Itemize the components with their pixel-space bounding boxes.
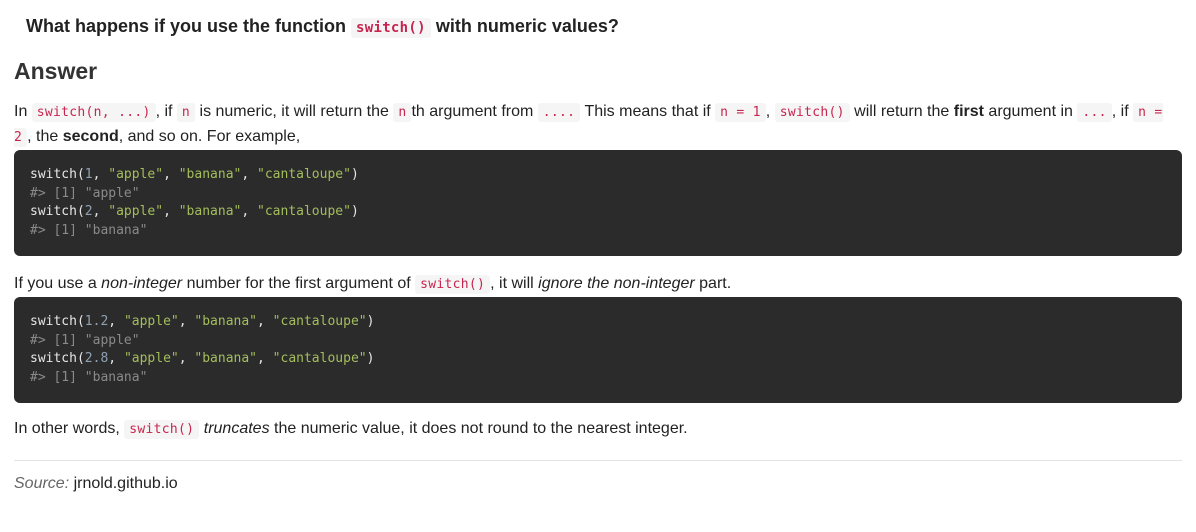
text: , it will [490,275,539,292]
code-string: "banana" [194,351,258,366]
paragraph-non-integer: If you use a non-integer number for the … [14,272,1182,297]
inline-code: switch() [415,275,491,294]
code-block[interactable]: switch(1, "apple", "banana", "cantaloupe… [14,150,1182,256]
text: is numeric, it will return the [195,103,394,120]
question-title: What happens if you use the function swi… [14,0,1182,40]
code-string: "banana" [178,167,242,182]
code-line: switch(2, "apple", "banana", "cantaloupe… [30,204,359,219]
text: part. [694,275,732,292]
text: In [14,103,32,120]
inline-code: n = 1 [715,103,766,122]
answer-heading: Answer [14,58,98,84]
text: If you use a [14,275,102,292]
inline-code: n [176,103,196,122]
inline-code: switch() [124,420,200,439]
code-number: 2.8 [84,351,109,366]
divider [14,460,1182,461]
code-number: 1 [84,167,93,182]
code-line: switch(1, "apple", "banana", "cantaloupe… [30,167,359,182]
inline-code: .... [537,103,581,122]
code-string: "apple" [123,351,179,366]
answer-page: What happens if you use the function swi… [0,0,1196,495]
text: , if [1111,103,1134,120]
italic-text: ignore the non-integer [538,275,695,292]
question-text: What happens if you use the function [26,16,352,36]
italic-text: truncates [203,420,270,437]
code-output: #> [1] "banana" [30,222,148,238]
code-string: "cantaloupe" [272,351,367,366]
text: will return the [849,103,954,120]
inline-code: switch() [774,103,850,122]
code-fn: switch( [30,167,85,182]
code-string: "banana" [178,204,242,219]
question-text: with numeric values? [430,16,619,36]
code-number: 2 [84,204,93,219]
code-string: "apple" [108,204,164,219]
source-line: Source: jrnold.github.io [14,473,1182,495]
code-string: "banana" [194,314,258,329]
code-string: "cantaloupe" [257,204,351,219]
text: , the [27,128,63,145]
italic-text: non-integer [101,275,183,292]
text: number for the first argument of [182,275,416,292]
code-block[interactable]: switch(1.2, "apple", "banana", "cantalou… [14,297,1182,403]
code-string: "apple" [108,167,164,182]
text: , [765,103,775,120]
paragraph-truncates: In other words, switch() truncates the n… [14,417,1182,442]
code-number: 1.2 [84,314,109,329]
source-link[interactable]: jrnold.github.io [74,475,178,492]
code-output: #> [1] "banana" [30,369,148,385]
text: In other words, [14,420,125,437]
inline-code: n [393,103,412,122]
text: the numeric value, it does not round to … [269,420,688,437]
inline-code: switch(n, ...) [31,103,156,122]
text: This means that if [580,103,716,120]
code-fn: switch( [30,351,85,366]
inline-code: ... [1077,103,1112,122]
code-string: "cantaloupe" [257,167,351,182]
code-string: "apple" [123,314,179,329]
code-fn: switch( [30,204,85,219]
code-output: #> [1] "apple" [30,332,140,348]
code-line: switch(2.8, "apple", "banana", "cantalou… [30,351,375,366]
source-label: Source: [14,475,70,492]
paragraph-intro: In switch(n, ...), if n is numeric, it w… [14,100,1182,150]
text: th argument from [411,103,538,120]
text: argument in [983,103,1078,120]
bold-text: first [953,103,984,120]
text: , if [155,103,177,120]
bold-text: second [62,128,119,145]
code-line: switch(1.2, "apple", "banana", "cantalou… [30,314,375,329]
code-output: #> [1] "apple" [30,185,140,201]
inline-code: switch() [351,18,431,38]
text: , and so on. For example, [118,128,301,145]
code-fn: switch( [30,314,85,329]
code-string: "cantaloupe" [272,314,367,329]
